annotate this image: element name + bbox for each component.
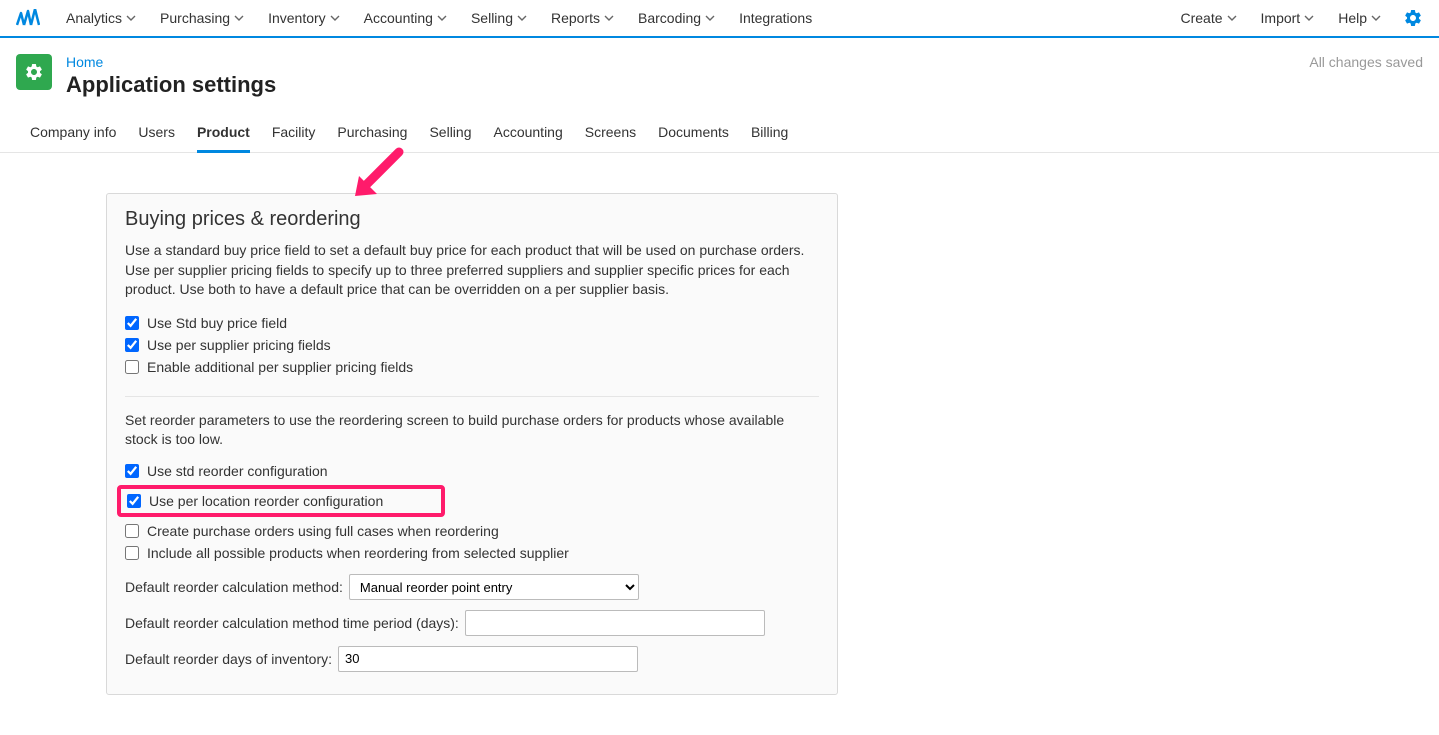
highlighted-option: Use per location reorder configuration [117,485,445,517]
reorder-method-label: Default reorder calculation method: [125,579,343,595]
settings-tabs: Company info Users Product Facility Purchasi… [0,106,1439,153]
save-status: All changes saved [1309,54,1423,70]
tab-company-info[interactable]: Company info [30,116,116,153]
tab-product[interactable]: Product [197,116,250,153]
settings-gear-icon[interactable] [1403,8,1423,28]
tab-facility[interactable]: Facility [272,116,316,153]
reorder-days-label: Default reorder days of inventory: [125,651,332,667]
check-row: Use per supplier pricing fields [125,334,819,356]
nav-accounting[interactable]: Accounting [352,0,459,37]
reorder-period-input[interactable] [465,610,765,636]
checkbox-include-all-possible-products-when-reordering-from-selected-supplier[interactable] [125,546,139,560]
checkbox-label[interactable]: Use per location reorder configuration [149,493,383,509]
reorder-days-input[interactable] [338,646,638,672]
nav-inventory[interactable]: Inventory [256,0,352,37]
page-header: Home Application settings All changes sa… [0,38,1439,98]
tab-selling[interactable]: Selling [429,116,471,153]
nav-reports[interactable]: Reports [539,0,626,37]
panel-description-1: Use a standard buy price field to set a … [125,241,819,300]
tab-accounting[interactable]: Accounting [493,116,562,153]
checkbox-label[interactable]: Enable additional per supplier pricing f… [147,359,413,375]
tab-screens[interactable]: Screens [585,116,636,153]
top-nav-bar: AnalyticsPurchasingInventoryAccountingSe… [0,0,1439,38]
checkbox-label[interactable]: Create purchase orders using full cases … [147,523,499,539]
tab-documents[interactable]: Documents [658,116,729,153]
buying-prices-panel: Buying prices & reordering Use a standar… [106,193,838,695]
checkbox-enable-additional-per-supplier-pricing-fields[interactable] [125,360,139,374]
checkbox-use-std-buy-price-field[interactable] [125,316,139,330]
tab-billing[interactable]: Billing [751,116,788,153]
tab-users[interactable]: Users [138,116,175,153]
reorder-period-label: Default reorder calculation method time … [125,615,459,631]
check-row: Use per location reorder configuration [125,482,819,520]
checkbox-label[interactable]: Use per supplier pricing fields [147,337,331,353]
nav-analytics[interactable]: Analytics [54,0,148,37]
checkbox-use-per-supplier-pricing-fields[interactable] [125,338,139,352]
nav-import[interactable]: Import [1249,0,1327,37]
settings-page-icon [16,54,52,90]
nav-integrations[interactable]: Integrations [727,0,824,37]
check-row: Create purchase orders using full cases … [125,520,819,542]
check-row: Enable additional per supplier pricing f… [125,356,819,378]
nav-create[interactable]: Create [1168,0,1248,37]
checkbox-label[interactable]: Use Std buy price field [147,315,287,331]
checkbox-label[interactable]: Use std reorder configuration [147,463,328,479]
check-row: Include all possible products when reord… [125,542,819,564]
nav-purchasing[interactable]: Purchasing [148,0,256,37]
page-title: Application settings [66,72,276,98]
reorder-method-select[interactable]: Manual reorder point entry [349,574,639,600]
app-logo [16,9,40,27]
nav-selling[interactable]: Selling [459,0,539,37]
breadcrumb-home[interactable]: Home [66,54,103,70]
nav-barcoding[interactable]: Barcoding [626,0,727,37]
tab-purchasing[interactable]: Purchasing [337,116,407,153]
check-row: Use std reorder configuration [125,460,819,482]
annotation-arrow-icon [347,146,407,206]
checkbox-use-per-location-reorder-configuration[interactable] [127,494,141,508]
nav-help[interactable]: Help [1326,0,1393,37]
checkbox-create-purchase-orders-using-full-cases-when-reordering[interactable] [125,524,139,538]
panel-description-2: Set reorder parameters to use the reorde… [125,396,819,450]
check-row: Use Std buy price field [125,312,819,334]
panel-title: Buying prices & reordering [125,208,819,231]
checkbox-use-std-reorder-configuration[interactable] [125,464,139,478]
checkbox-label[interactable]: Include all possible products when reord… [147,545,569,561]
